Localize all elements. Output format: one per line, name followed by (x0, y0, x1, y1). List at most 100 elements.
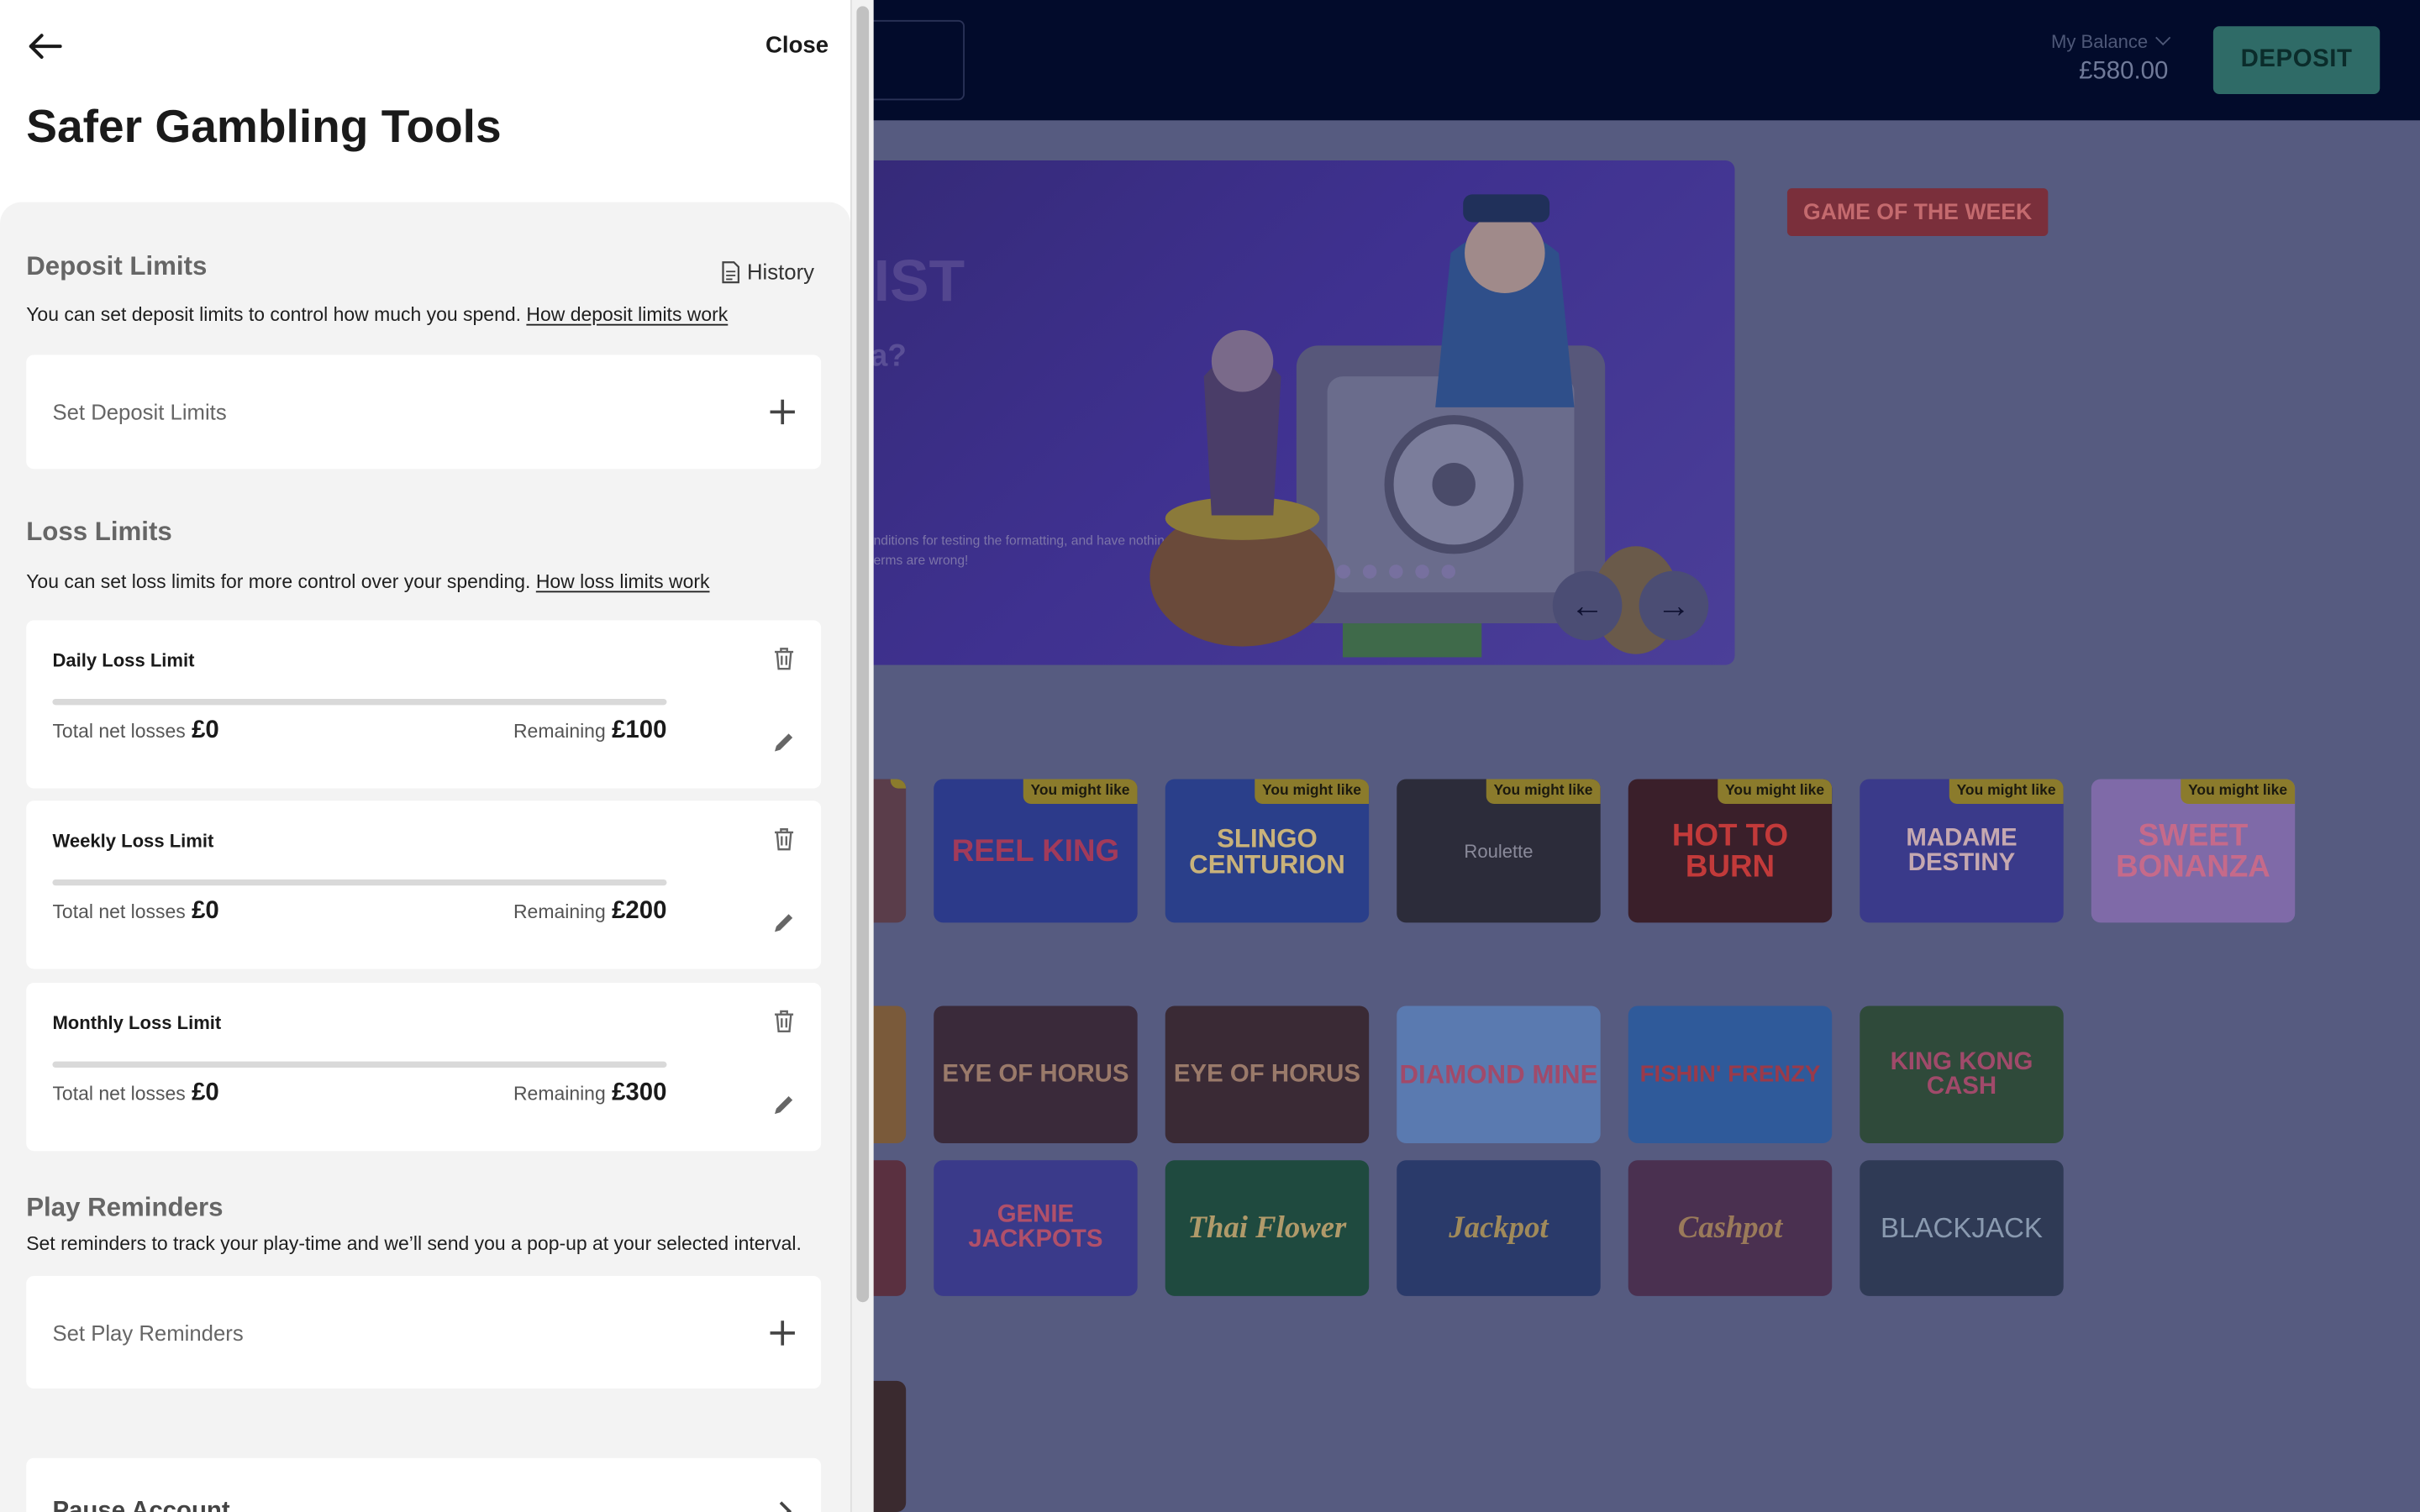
chevron-down-icon (2154, 29, 2170, 46)
net-losses-value: £0 (192, 897, 219, 925)
history-button[interactable]: History (721, 260, 814, 284)
carousel-dot[interactable] (1441, 564, 1456, 579)
play-reminders-heading: Play Reminders (26, 1192, 224, 1222)
description-text: You can set loss limits for more control… (26, 570, 531, 593)
loss-limits-link[interactable]: How loss limits work (536, 571, 710, 593)
game-title: FISHIN' FRENZY (1639, 1061, 1821, 1088)
remaining: Remaining £200 (513, 898, 666, 926)
banner-subtitle: a? (870, 339, 907, 374)
deposit-button[interactable]: DEPOSIT (2212, 26, 2381, 95)
game-title: MADAME DESTINY (1906, 824, 2018, 876)
balance-label: My Balance (2051, 30, 2149, 53)
deposit-limits-heading: Deposit Limits (26, 251, 208, 281)
game-title: GENIE JACKPOTS (968, 1201, 1103, 1253)
carousel-prev-button[interactable]: ← (1552, 570, 1623, 641)
game-tile[interactable]: MADAME DESTINY You might like (1860, 779, 2064, 923)
game-tile[interactable]: HOT TO BURN You might like (1628, 779, 1833, 923)
deposit-limits-link[interactable]: How deposit limits work (526, 304, 728, 326)
edit-icon[interactable] (773, 732, 795, 753)
game-tile[interactable]: BLACKJACK (1860, 1160, 2064, 1296)
banner-illustration (1150, 194, 1680, 658)
limit-name: Weekly Loss Limit (52, 830, 214, 852)
game-tile[interactable]: EYE OF HORUS (1165, 1005, 1370, 1144)
set-play-reminders-card[interactable]: Set Play Reminders (26, 1275, 822, 1389)
net-losses-label: Total net losses (52, 1083, 186, 1105)
remaining: Remaining £300 (513, 1080, 666, 1108)
trash-icon[interactable] (773, 647, 795, 671)
game-title: Jackpot (1449, 1210, 1549, 1246)
set-deposit-limits-label: Set Deposit Limits (52, 399, 227, 425)
plus-icon (770, 1320, 795, 1345)
loss-limit-card: Monthly Loss Limit Total net losses £0 Re… (26, 983, 822, 1152)
document-icon (722, 260, 739, 283)
game-title: Cashpot (1677, 1210, 1783, 1246)
carousel-dot[interactable] (1336, 564, 1351, 579)
game-tile[interactable]: Thai Flower (1165, 1160, 1370, 1296)
recommend-badge: You might like (1023, 779, 1138, 804)
set-play-reminders-label: Set Play Reminders (52, 1320, 244, 1345)
game-tile[interactable]: FISHIN' FRENZY (1628, 1005, 1833, 1144)
game-title: Thai Flower (1187, 1210, 1347, 1246)
game-title: EYE OF HORUS (942, 1060, 1129, 1087)
pause-account-card[interactable]: Pause Account (26, 1457, 822, 1512)
net-losses-label: Total net losses (52, 900, 186, 923)
game-tile[interactable]: REEL KING You might like (934, 779, 1138, 923)
trash-icon[interactable] (773, 1009, 795, 1033)
arrow-right-icon: → (1656, 585, 1691, 624)
recommend-badge: You might like (890, 779, 907, 789)
close-button[interactable]: Close (765, 33, 829, 59)
game-title: SWEET BONANZA (2116, 818, 2270, 884)
game-tile[interactable]: GENIE JACKPOTS (934, 1160, 1138, 1296)
game-title: DIAMOND MINE (1399, 1059, 1598, 1089)
safer-gambling-drawer: Close Safer Gambling Tools Deposit Limit… (0, 0, 874, 1512)
carousel-dot[interactable] (1362, 564, 1377, 579)
trash-icon[interactable] (773, 827, 795, 851)
game-title: REEL KING (951, 833, 1120, 869)
loss-limit-card: Weekly Loss Limit Total net losses £0 Rem… (26, 801, 822, 969)
remaining-label: Remaining (513, 720, 606, 743)
recommend-badge: You might like (2180, 779, 2296, 804)
edit-icon[interactable] (773, 912, 795, 934)
game-title: KING KONG CASH (1890, 1048, 2033, 1100)
game-of-the-week-badge: GAME OF THE WEEK (1786, 188, 2049, 237)
game-tile[interactable]: Cashpot (1628, 1160, 1833, 1296)
game-title: Roulette (1464, 840, 1534, 862)
banner-title: IST (873, 249, 965, 315)
loss-progress-bar (52, 879, 667, 886)
balance-toggle[interactable]: My Balance (2051, 29, 2170, 53)
carousel-dots (1336, 564, 1456, 579)
remaining-label: Remaining (513, 900, 606, 923)
recommend-badge: You might like (1254, 779, 1370, 804)
game-tile[interactable]: SLINGO CENTURION You might like (1165, 779, 1370, 923)
drawer-scrollbar[interactable] (850, 0, 874, 1512)
game-tile[interactable]: DIAMOND MINE (1397, 1005, 1601, 1144)
game-tile[interactable]: Roulette You might like (1397, 779, 1601, 923)
promo-banner[interactable]: IST a? nditions for testing the formatti… (864, 160, 1735, 665)
scrollbar-thumb[interactable] (856, 6, 870, 1303)
game-tile[interactable]: SWEET BONANZA You might like (2091, 779, 2296, 923)
loss-limits-heading: Loss Limits (26, 517, 172, 547)
game-tile[interactable]: Jackpot (1397, 1160, 1601, 1296)
net-losses-value: £0 (192, 1079, 219, 1106)
play-reminders-description: Set reminders to track your play-time an… (26, 1232, 802, 1255)
carousel-dot[interactable] (1415, 564, 1429, 579)
pause-account-label: Pause Account (52, 1498, 230, 1512)
net-losses: Total net losses £0 (52, 717, 218, 745)
page-title: Safer Gambling Tools (26, 102, 502, 153)
net-losses-label: Total net losses (52, 720, 186, 743)
edit-icon[interactable] (773, 1094, 795, 1116)
chevron-right-icon (771, 1501, 792, 1512)
game-tile[interactable]: KING KONG CASH (1860, 1005, 2064, 1144)
game-title: EYE OF HORUS (1173, 1060, 1360, 1087)
limit-name: Daily Loss Limit (52, 649, 195, 671)
remaining-value: £100 (612, 717, 667, 744)
recommend-badge: You might like (1717, 779, 1833, 804)
deposit-limits-description: You can set deposit limits to control ho… (26, 304, 728, 326)
arrow-left-icon: ← (1570, 585, 1605, 624)
carousel-dot[interactable] (1389, 564, 1403, 579)
back-arrow-icon[interactable] (26, 31, 63, 62)
game-title: HOT TO BURN (1671, 818, 1789, 884)
game-tile[interactable]: EYE OF HORUS (934, 1005, 1138, 1144)
set-deposit-limits-card[interactable]: Set Deposit Limits (26, 354, 822, 470)
carousel-next-button[interactable]: → (1639, 570, 1709, 641)
